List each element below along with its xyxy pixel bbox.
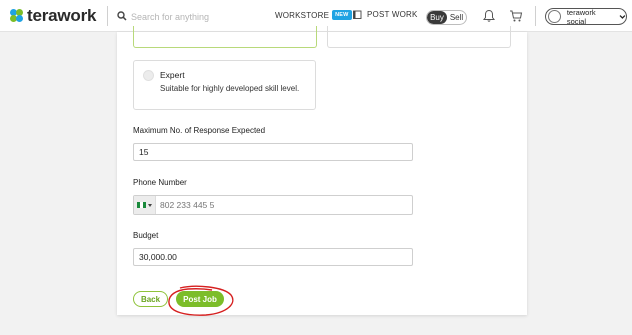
terawork-logo-icon (10, 9, 24, 23)
account-name: terawork social (566, 7, 596, 26)
skill-level-option[interactable] (327, 26, 511, 48)
buy-sell-toggle[interactable]: Buy Sell (426, 10, 467, 25)
buy-toggle-option[interactable]: Buy (427, 11, 447, 24)
nigeria-flag-icon (137, 202, 146, 208)
expert-radio[interactable] (143, 70, 154, 81)
header-divider (107, 6, 108, 26)
budget-input[interactable] (133, 248, 413, 266)
post-job-button[interactable]: Post Job (176, 291, 224, 307)
back-button[interactable]: Back (133, 291, 168, 307)
search-icon[interactable] (117, 11, 127, 21)
expert-description: Suitable for highly developed skill leve… (160, 84, 300, 93)
bell-icon[interactable] (482, 9, 496, 23)
post-work-link[interactable]: POST WORK (353, 10, 418, 19)
new-badge: NEW (332, 10, 352, 20)
cart-icon[interactable] (509, 9, 523, 23)
document-icon (353, 10, 362, 19)
post-work-label: POST WORK (367, 10, 418, 19)
logo[interactable]: terawork (10, 6, 96, 26)
search-input[interactable] (131, 9, 261, 25)
header-divider (535, 6, 536, 26)
workstore-link[interactable]: WORKSTORE NEW (275, 10, 352, 20)
chevron-down-icon (619, 15, 626, 19)
skill-level-option-expert[interactable]: Expert Suitable for highly developed ski… (133, 60, 316, 110)
skill-level-option-selected[interactable] (133, 26, 317, 48)
phone-field (133, 195, 413, 215)
country-code-select[interactable] (134, 196, 156, 214)
phone-label: Phone Number (133, 178, 187, 187)
post-job-form: Expert Suitable for highly developed ski… (117, 26, 527, 315)
sell-toggle-option[interactable]: Sell (447, 11, 466, 24)
max-response-input[interactable] (133, 143, 413, 161)
budget-label: Budget (133, 231, 159, 240)
phone-input[interactable] (156, 197, 412, 213)
expert-title: Expert (160, 70, 185, 80)
caret-down-icon (148, 203, 152, 207)
avatar (548, 10, 561, 23)
logo-text: terawork (27, 6, 97, 25)
account-menu[interactable]: terawork social (545, 7, 627, 26)
max-response-label: Maximum No. of Response Expected (133, 126, 266, 135)
workstore-label: WORKSTORE (275, 10, 330, 20)
